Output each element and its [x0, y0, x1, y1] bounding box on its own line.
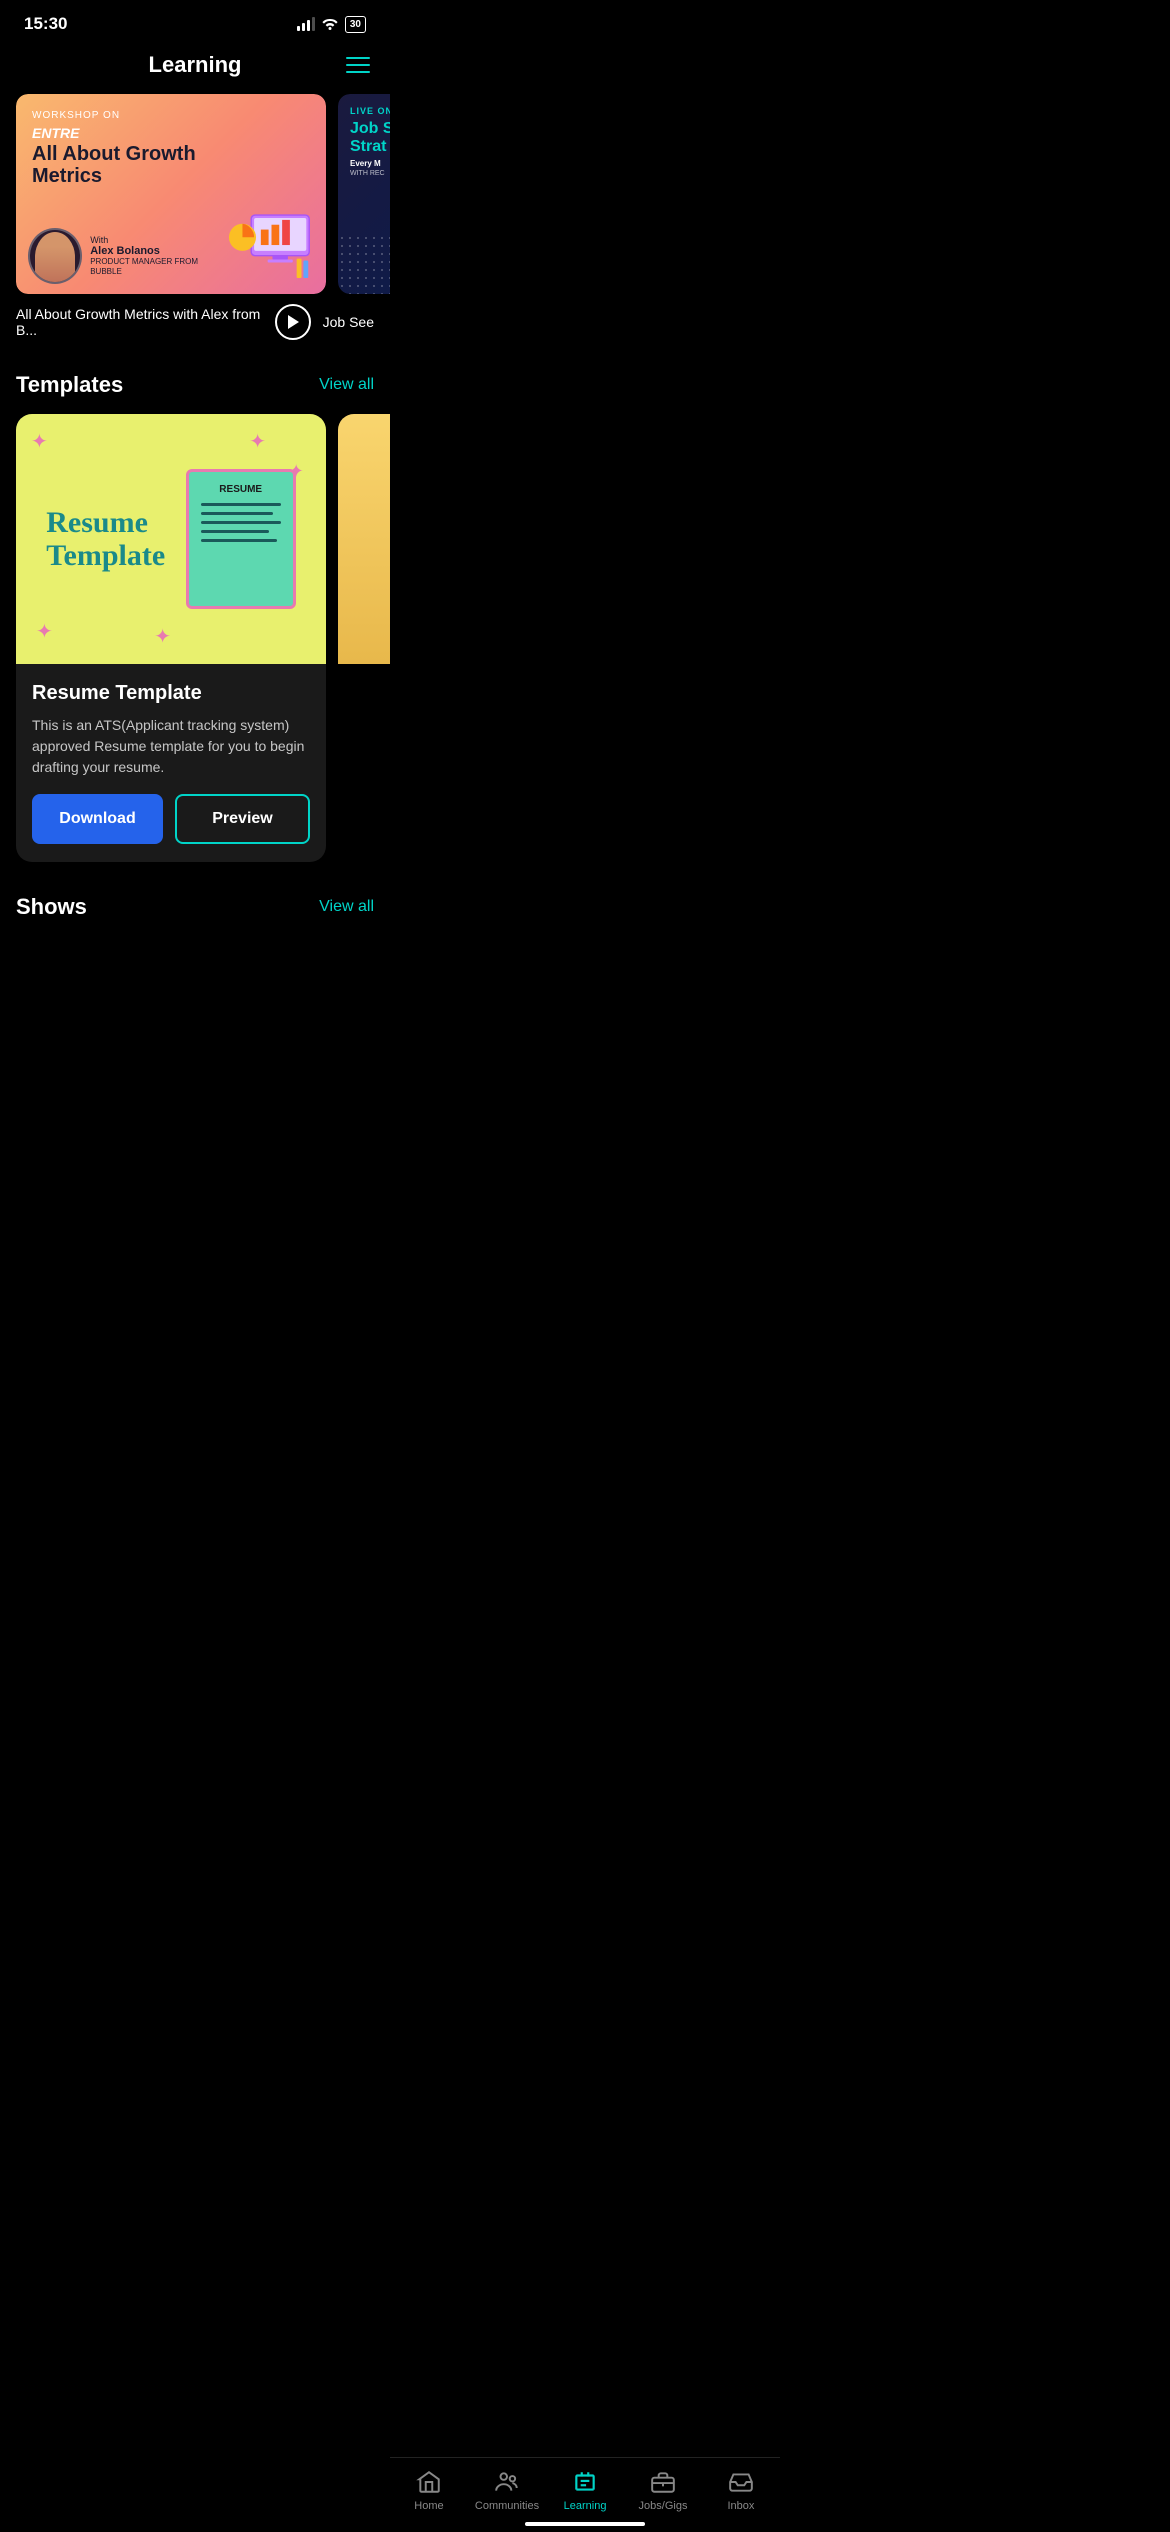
- shows-title: Shows: [16, 894, 87, 920]
- play-button[interactable]: [275, 304, 311, 340]
- host-name: Alex Bolanos: [90, 245, 227, 257]
- signal-bars-icon: [297, 17, 315, 31]
- banner-illustration: [227, 209, 314, 284]
- workshop-label: WORKSHOP ON: [32, 110, 310, 121]
- sparkle-icon: ✦: [31, 429, 48, 454]
- template-actions: Download Preview: [32, 794, 310, 844]
- resume-doc-title: RESUME: [201, 484, 281, 495]
- jobs-icon: [649, 2468, 677, 2496]
- templates-view-all[interactable]: View all: [319, 376, 374, 394]
- sparkle-icon: ✦: [249, 429, 266, 454]
- wifi-icon: [321, 16, 339, 33]
- communities-icon: [493, 2468, 521, 2496]
- preview-button[interactable]: Preview: [175, 794, 310, 844]
- template-peek-image: [338, 414, 390, 664]
- download-button[interactable]: Download: [32, 794, 163, 844]
- resume-lines: [201, 503, 281, 542]
- banner-carousel: WORKSHOP ON ENTRE All About Growth Metri…: [0, 94, 390, 294]
- play-icon: [288, 315, 299, 329]
- banner-title: All About Growth Metrics: [32, 143, 199, 187]
- nav-label-communities: Communities: [475, 2500, 539, 2512]
- with-rec: WITH REC: [350, 170, 390, 177]
- shows-view-all[interactable]: View all: [319, 898, 374, 916]
- nav-item-learning[interactable]: Learning: [553, 2468, 617, 2512]
- banner-card-main[interactable]: WORKSHOP ON ENTRE All About Growth Metri…: [16, 94, 326, 294]
- nav-item-inbox[interactable]: Inbox: [709, 2468, 773, 2512]
- header: Learning: [0, 42, 390, 94]
- nav-item-jobs[interactable]: Jobs/Gigs: [631, 2468, 695, 2512]
- templates-section-header: Templates View all: [0, 356, 390, 406]
- banner-image: WORKSHOP ON ENTRE All About Growth Metri…: [16, 94, 326, 294]
- host-role: PRODUCT MANAGER FROM BUBBLE: [90, 257, 227, 276]
- host-text: With Alex Bolanos PRODUCT MANAGER FROM B…: [90, 235, 227, 276]
- templates-carousel: ✦ ✦ ✦ ✦ ResumeTemplate ✦ RESUME: [0, 406, 390, 878]
- resume-doc-container: ✦ RESUME: [186, 469, 296, 609]
- page-title: Learning: [149, 52, 242, 78]
- home-indicator: [525, 2522, 645, 2526]
- nav-item-communities[interactable]: Communities: [475, 2468, 539, 2512]
- caption-row: All About Growth Metrics with Alex from …: [0, 294, 390, 356]
- template-image: ✦ ✦ ✦ ✦ ResumeTemplate ✦ RESUME: [16, 414, 326, 664]
- nav-label-jobs: Jobs/Gigs: [639, 2500, 688, 2512]
- template-body: Resume Template This is an ATS(Applicant…: [16, 664, 326, 862]
- secondary-banner: LIVE ON Job SStrat Every M WITH REC: [338, 94, 390, 294]
- workshop-brand: ENTRE: [32, 125, 310, 141]
- battery-icon: 30: [345, 16, 366, 33]
- inbox-icon: [727, 2468, 755, 2496]
- sparkle-icon: ✦: [154, 624, 171, 649]
- secondary-title: Job SStrat: [350, 120, 390, 155]
- resume-doc: RESUME: [186, 469, 296, 609]
- home-icon: [415, 2468, 443, 2496]
- banner-card-secondary[interactable]: LIVE ON Job SStrat Every M WITH REC: [338, 94, 390, 294]
- template-card-peek[interactable]: [338, 414, 390, 862]
- dots-decoration: [338, 234, 390, 294]
- status-bar: 15:30 30: [0, 0, 390, 42]
- secondary-sub: Every M: [350, 159, 390, 168]
- nav-item-home[interactable]: Home: [397, 2468, 461, 2512]
- template-card-resume: ✦ ✦ ✦ ✦ ResumeTemplate ✦ RESUME: [16, 414, 326, 862]
- template-description: This is an ATS(Applicant tracking system…: [32, 715, 310, 778]
- learning-icon: [571, 2468, 599, 2496]
- template-name: Resume Template: [32, 682, 310, 705]
- host-info: With Alex Bolanos PRODUCT MANAGER FROM B…: [28, 228, 227, 284]
- secondary-caption: Job See: [323, 314, 374, 330]
- sparkle-icon: ✦: [36, 619, 53, 644]
- status-time: 15:30: [24, 14, 67, 34]
- status-icons: 30: [297, 16, 366, 33]
- live-label: LIVE ON: [350, 106, 390, 116]
- nav-label-inbox: Inbox: [728, 2500, 755, 2512]
- bottom-nav: Home Communities Learning: [390, 2457, 780, 2532]
- templates-title: Templates: [16, 372, 123, 398]
- host-with-label: With: [90, 235, 227, 245]
- menu-button[interactable]: [346, 57, 370, 73]
- template-image-text: ResumeTemplate: [46, 506, 165, 572]
- shows-section-header: Shows View all: [0, 878, 390, 920]
- main-caption: All About Growth Metrics with Alex from …: [16, 306, 263, 338]
- nav-label-home: Home: [414, 2500, 443, 2512]
- avatar: [28, 228, 82, 284]
- nav-label-learning: Learning: [564, 2500, 607, 2512]
